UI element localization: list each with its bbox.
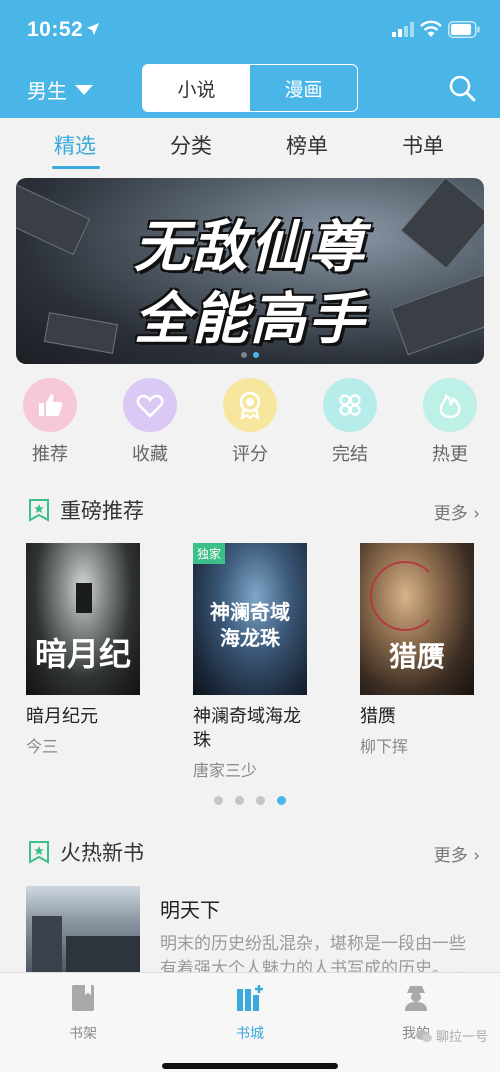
more-link[interactable]: 更多 ›: [434, 841, 480, 866]
quick-link-recommend[interactable]: 推荐: [20, 378, 80, 466]
cover-title: 猎赝: [388, 640, 445, 673]
active-tab-indicator: [52, 166, 100, 169]
hot-new-section-header: 火热新书 更多 ›: [0, 832, 500, 872]
more-link-label: 更多: [433, 504, 468, 524]
page-dot[interactable]: [256, 796, 265, 805]
new-book-title[interactable]: 明天下: [160, 894, 220, 923]
quick-links: 推荐 收藏 评分 完结 热更: [0, 378, 500, 468]
bookshelf-icon: [72, 985, 94, 1011]
heart-icon: [136, 394, 164, 418]
quick-link-bg: [223, 378, 277, 432]
book-author: 唐家三少: [193, 761, 258, 780]
flame-icon: [439, 394, 461, 419]
bookmark-star-icon: [29, 499, 49, 522]
book-card[interactable]: 猎赝 猎赝 柳下挥: [360, 543, 480, 757]
featured-pagination: [0, 796, 500, 805]
book-author: 柳下挥: [360, 737, 409, 756]
top-bar: 10:52 男生 小说 漫画: [0, 0, 500, 118]
tab-label: 书城: [236, 1026, 264, 1042]
profile-icon: [405, 986, 427, 1011]
battery-icon: [448, 21, 480, 38]
banner-title-line1: 无敌仙尊: [134, 215, 366, 280]
tab-bookshelf[interactable]: 书架: [43, 983, 123, 1043]
new-book-cover[interactable]: [26, 886, 140, 976]
cover-title: 神澜奇域海龙珠: [210, 600, 290, 650]
quick-link-favorites[interactable]: 收藏: [120, 378, 180, 466]
quick-link-label: 热更: [432, 444, 468, 465]
exclusive-badge: 独家: [193, 543, 226, 564]
section-title: 重磅推荐: [60, 499, 144, 523]
bottom-tab-bar: 书架 书城 我的: [0, 972, 500, 1072]
quick-link-label: 评分: [232, 444, 268, 465]
bookstore-icon: [237, 985, 263, 1011]
book-title: 神澜奇域海龙珠: [193, 706, 301, 751]
content-type-segmented-control: 小说 漫画: [142, 64, 358, 112]
book-cover: 猎赝: [360, 543, 474, 695]
status-time: 10:52: [27, 18, 84, 41]
featured-section-header: 重磅推荐 更多 ›: [0, 490, 500, 530]
quick-link-bg: [23, 378, 77, 432]
grid-icon: [339, 394, 361, 416]
banner-page-dot-active: [253, 352, 259, 358]
section-title: 火热新书: [60, 841, 144, 865]
quick-link-completed[interactable]: 完结: [320, 378, 380, 466]
page-dot-active[interactable]: [277, 796, 286, 805]
tab-categories[interactable]: 分类: [170, 130, 212, 160]
chevron-right-icon: ›: [473, 504, 480, 524]
bookmark-star-icon: [29, 841, 49, 864]
cover-tower: [32, 916, 62, 976]
cover-red-arc: [370, 561, 440, 631]
search-icon[interactable]: [448, 74, 476, 102]
cover-title: 暗月纪: [34, 635, 131, 673]
watermark: 聊拉一号: [415, 1026, 488, 1045]
quick-link-bg: [323, 378, 377, 432]
caret-down-icon: [75, 84, 93, 95]
wechat-icon: [415, 1029, 432, 1042]
quick-link-label: 完结: [332, 444, 368, 465]
promo-banner[interactable]: 无敌仙尊 全能高手: [16, 178, 484, 364]
cover-wall: [66, 936, 140, 976]
page-dot[interactable]: [214, 796, 223, 805]
tab-rankings[interactable]: 榜单: [286, 130, 328, 160]
tab-label: 书架: [69, 1026, 97, 1042]
quick-link-rating[interactable]: 评分: [220, 378, 280, 466]
tab-featured[interactable]: 精选: [54, 130, 96, 160]
watermark-text: 聊拉一号: [435, 1030, 488, 1045]
sub-tabs: 精选 分类 榜单 书单: [0, 118, 500, 170]
home-indicator: [162, 1063, 338, 1069]
more-link[interactable]: 更多 ›: [434, 499, 480, 524]
chevron-right-icon: ›: [473, 846, 480, 866]
quick-link-bg: [423, 378, 477, 432]
quick-link-label: 推荐: [32, 444, 68, 465]
book-title: 暗月纪元: [26, 706, 98, 727]
gender-selector[interactable]: 男生: [27, 75, 93, 104]
book-cover: 独家 神澜奇域海龙珠: [193, 543, 307, 695]
segment-comic[interactable]: 漫画: [250, 65, 357, 111]
cellular-signal-icon: [392, 22, 414, 37]
award-icon: [239, 391, 261, 420]
more-link-label: 更多: [433, 846, 468, 866]
wifi-icon: [420, 20, 442, 37]
status-bar: 10:52: [0, 0, 500, 60]
tab-booklists[interactable]: 书单: [402, 130, 444, 160]
gender-label: 男生: [27, 79, 67, 103]
banner-page-dot: [241, 352, 247, 358]
page-dot[interactable]: [235, 796, 244, 805]
thumbs-up-icon: [39, 394, 63, 416]
location-arrow-icon: [87, 23, 99, 35]
quick-link-bg: [123, 378, 177, 432]
banner-title-line2: 全能高手: [134, 287, 366, 352]
book-card[interactable]: 独家 神澜奇域海龙珠 神澜奇域海龙珠 唐家三少: [193, 543, 313, 781]
book-cover: 暗月纪: [26, 543, 140, 695]
segment-novel[interactable]: 小说: [143, 65, 250, 111]
book-author: 今三: [26, 737, 59, 756]
cover-monolith: [76, 583, 92, 613]
banner-pagination: [16, 352, 484, 358]
quick-link-hot-updates[interactable]: 热更: [420, 378, 480, 466]
tab-bookstore[interactable]: 书城: [210, 983, 290, 1043]
book-title: 猎赝: [360, 706, 396, 727]
quick-link-label: 收藏: [132, 444, 168, 465]
book-card[interactable]: 暗月纪 暗月纪元 今三: [26, 543, 146, 757]
